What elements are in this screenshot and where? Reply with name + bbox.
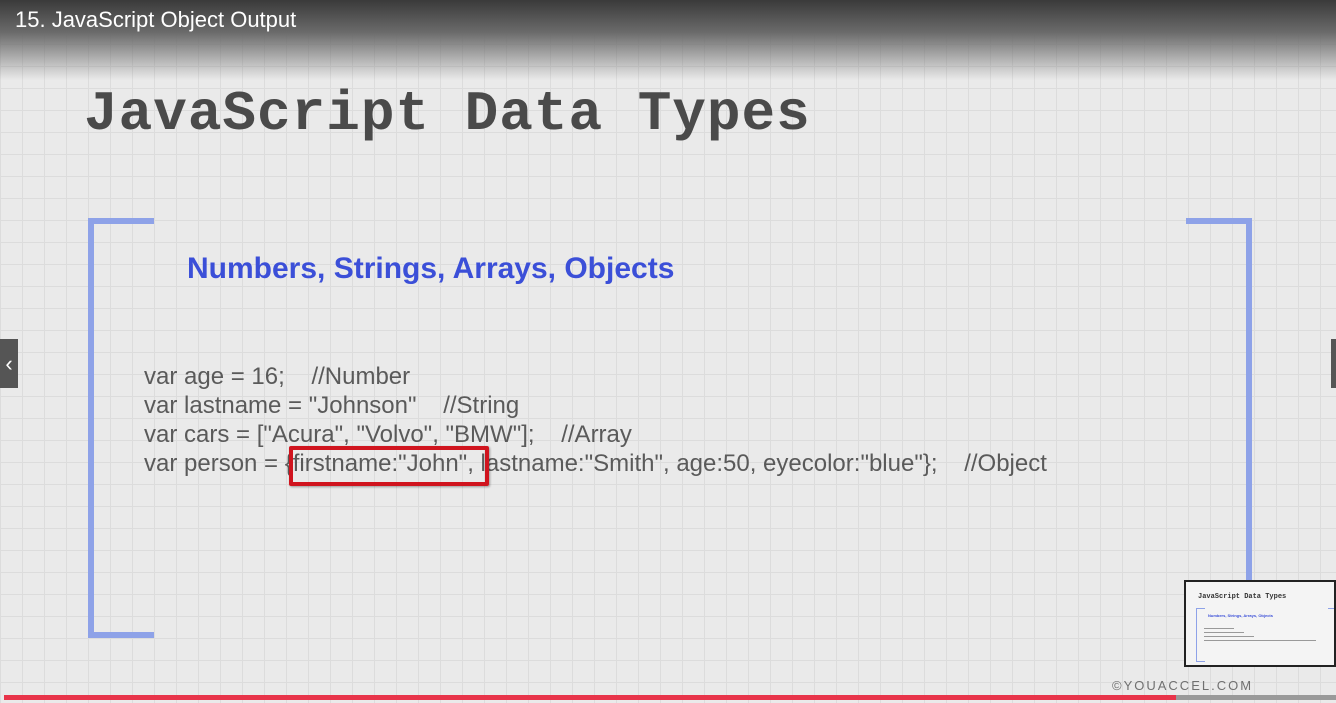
highlight-annotation-box bbox=[289, 446, 489, 486]
video-progress-fill bbox=[4, 695, 1177, 700]
code-block: var age = 16; //Number var lastname = "J… bbox=[144, 362, 1047, 478]
thumbnail-code-line bbox=[1204, 640, 1316, 641]
slide-canvas: 15. JavaScript Object Output JavaScript … bbox=[0, 0, 1336, 703]
video-title-bar: 15. JavaScript Object Output bbox=[0, 0, 1336, 80]
video-progress-bar[interactable] bbox=[4, 695, 1336, 700]
slide-title: JavaScript Data Types bbox=[84, 82, 811, 146]
thumbnail-code-line bbox=[1204, 636, 1254, 637]
code-line-object: var person = {firstname:"John", lastname… bbox=[144, 450, 1047, 477]
code-line-array: var cars = ["Acura", "Volvo", "BMW"]; //… bbox=[144, 421, 632, 448]
code-line-string: var lastname = "Johnson" //String bbox=[144, 392, 520, 419]
code-line-number: var age = 16; //Number bbox=[144, 363, 411, 390]
watermark: ©YOUACCEL.COM bbox=[1112, 678, 1254, 693]
video-title: 15. JavaScript Object Output bbox=[15, 7, 297, 32]
thumbnail-code-line bbox=[1204, 628, 1234, 629]
thumbnail-title: JavaScript Data Types bbox=[1198, 593, 1287, 601]
slide-thumbnail-preview[interactable]: JavaScript Data Types Numbers, Strings, … bbox=[1184, 580, 1336, 667]
thumbnail-right-bracket bbox=[1328, 608, 1334, 657]
slide-subtitle: Numbers, Strings, Arrays, Objects bbox=[187, 252, 675, 285]
previous-slide-button[interactable]: ‹ bbox=[0, 339, 18, 388]
thumbnail-code-line bbox=[1204, 632, 1244, 633]
right-bracket-decoration bbox=[1186, 218, 1252, 586]
thumbnail-subtitle: Numbers, Strings, Arrays, Objects bbox=[1208, 613, 1273, 618]
thumbnail-left-bracket bbox=[1196, 608, 1205, 662]
chevron-left-icon: ‹ bbox=[5, 351, 13, 376]
next-slide-button[interactable] bbox=[1331, 339, 1336, 388]
